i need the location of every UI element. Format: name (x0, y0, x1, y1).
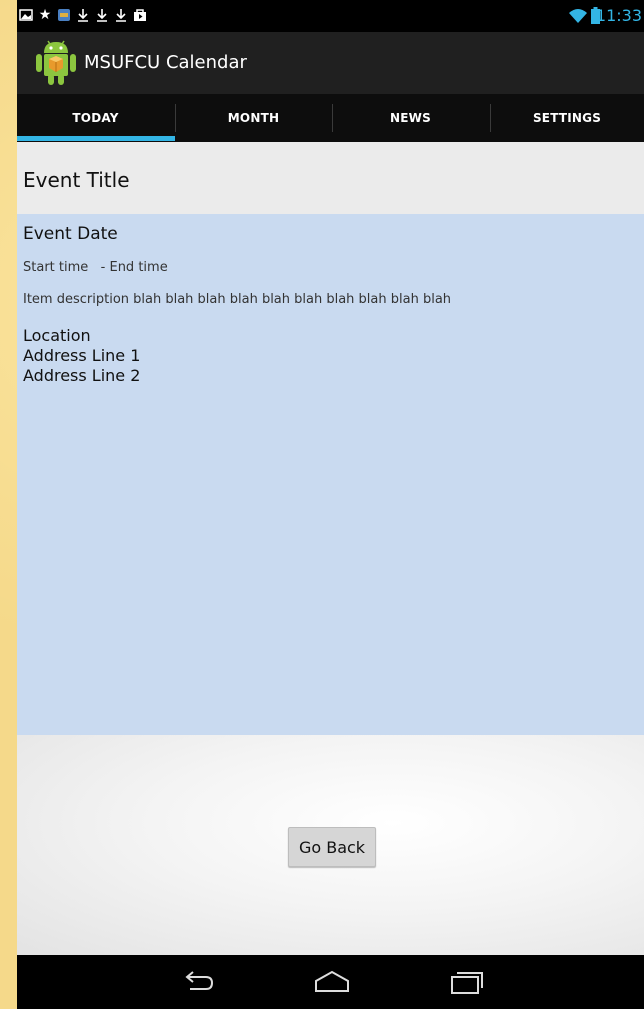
download-icon (78, 9, 88, 22)
selected-tab-indicator (17, 136, 175, 141)
app-title: MSUFCU Calendar (84, 52, 247, 73)
go-back-button[interactable]: Go Back (288, 827, 376, 867)
download-icon (116, 9, 126, 22)
recent-apps-icon[interactable] (447, 967, 487, 997)
star-icon: ★ (38, 7, 52, 23)
address-line-2: Address Line 2 (23, 366, 141, 385)
event-date: Event Date (23, 224, 118, 244)
device-screen: ★ 11:33 MSUFCU Calendar TODAY MONTH NEWS… (17, 0, 644, 1009)
status-time: 11:33 (595, 6, 642, 25)
event-times: Start time - End time (23, 260, 168, 275)
wifi-icon (569, 9, 587, 23)
tab-month[interactable]: MONTH (175, 94, 332, 142)
home-icon[interactable] (312, 967, 352, 997)
address-line-1: Address Line 1 (23, 346, 141, 365)
event-location: Location (23, 326, 91, 345)
app-notification-icon (58, 9, 70, 21)
tab-news[interactable]: NEWS (332, 94, 489, 142)
navigation-bar (17, 955, 644, 1009)
back-icon[interactable] (178, 967, 218, 997)
event-title: Event Title (23, 168, 130, 192)
shopping-bag-icon (134, 9, 146, 21)
android-icon[interactable] (36, 40, 76, 86)
event-title-area: Event Title (17, 142, 644, 214)
tab-today[interactable]: TODAY (17, 94, 174, 142)
event-description: Item description blah blah blah blah bla… (23, 292, 452, 307)
tab-settings[interactable]: SETTINGS (490, 94, 644, 142)
download-icon (97, 9, 107, 22)
tab-bar: TODAY MONTH NEWS SETTINGS (17, 94, 644, 142)
status-bar: ★ 11:33 (17, 0, 644, 32)
bottom-area: Go Back (17, 735, 644, 955)
event-details-panel: Event Date Start time - End time Item de… (17, 214, 644, 735)
action-bar: MSUFCU Calendar (17, 32, 644, 94)
gallery-icon (19, 9, 33, 21)
